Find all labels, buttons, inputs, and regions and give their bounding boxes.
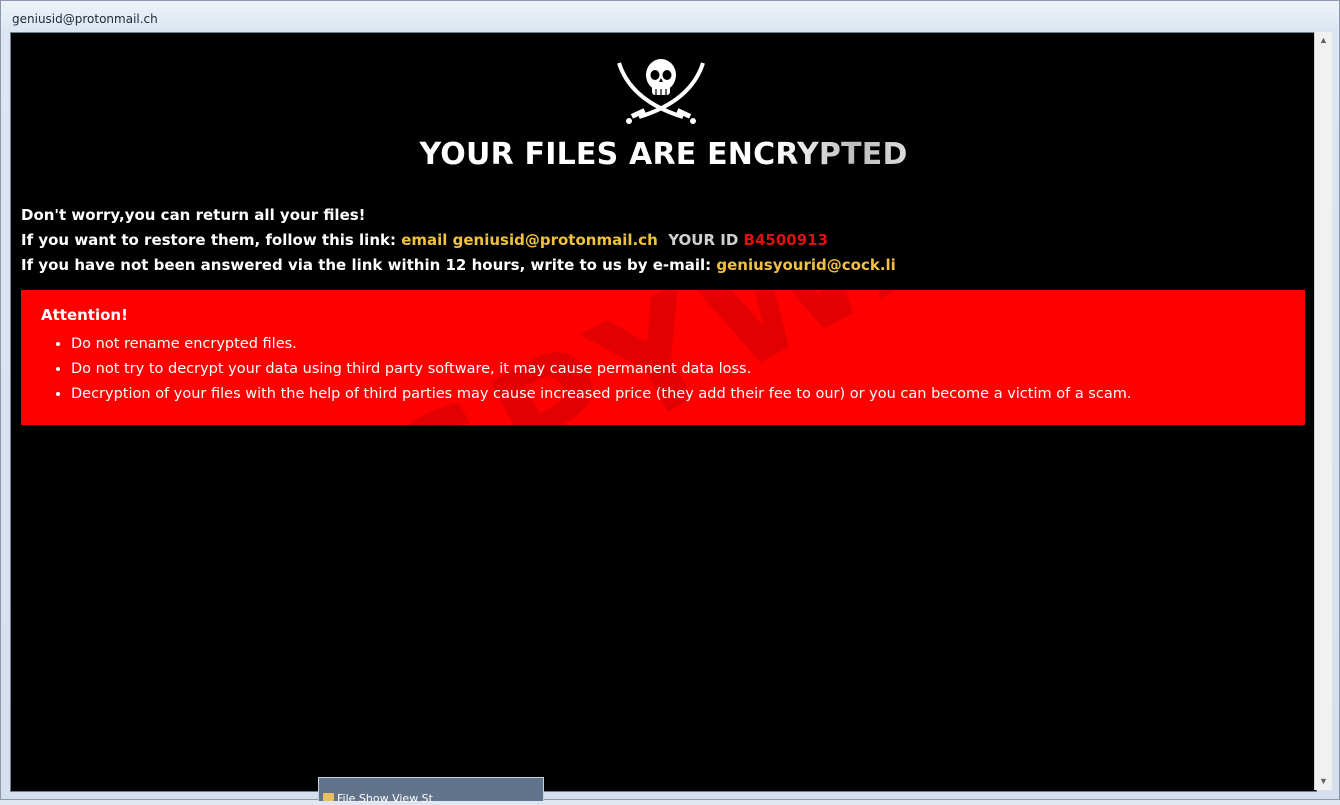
scroll-up-icon[interactable]: ▲ [1315, 32, 1332, 49]
backup-email[interactable]: geniusyourid@cock.li [716, 256, 895, 274]
id-label: YOUR ID [668, 231, 739, 249]
backup-prefix: If you have not been answered via the li… [21, 256, 717, 274]
title-bar[interactable]: geniusid@protonmail.ch [1, 1, 1339, 31]
vertical-scrollbar[interactable]: ▲ ▼ [1314, 32, 1332, 790]
preview-menu-text: File Show View St [337, 792, 433, 805]
restore-line: If you want to restore them, follow this… [21, 228, 896, 253]
taskbar-window-preview[interactable]: File Show View St [318, 777, 544, 805]
list-item: Do not try to decrypt your data using th… [71, 357, 1131, 382]
headline-text-fade: RYPTED [775, 137, 908, 172]
note-content: YOUR FILES ARE ENCRYPTED Don't worry,you… [10, 32, 1317, 792]
list-item: Decryption of your files with the help o… [71, 382, 1131, 407]
headline: YOUR FILES ARE ENCRYPTED [11, 137, 1316, 172]
victim-id: B4500913 [743, 231, 829, 249]
jolly-roger-icon [617, 59, 705, 124]
reassurance-line: Don't worry,you can return all your file… [21, 206, 366, 224]
attention-title: Attention! [41, 306, 128, 324]
attention-box: 2SPYWARE Attention! Do not rename encryp… [21, 290, 1305, 425]
restore-prefix: If you want to restore them, follow this… [21, 231, 402, 249]
ransom-note-window: geniusid@protonmail.ch YOUR FILES ARE EN… [0, 0, 1340, 800]
list-item: Do not rename encrypted files. [71, 332, 1131, 357]
headline-text: YOUR FILES ARE ENC [419, 137, 776, 172]
contact-email-link[interactable]: email geniusid@protonmail.ch [401, 231, 658, 249]
attention-list: Do not rename encrypted files. Do not tr… [41, 332, 1131, 407]
window-title: geniusid@protonmail.ch [12, 12, 158, 26]
instructions: Don't worry,you can return all your file… [21, 203, 896, 278]
backup-contact-line: If you have not been answered via the li… [21, 253, 896, 278]
scroll-down-icon[interactable]: ▼ [1315, 773, 1332, 790]
